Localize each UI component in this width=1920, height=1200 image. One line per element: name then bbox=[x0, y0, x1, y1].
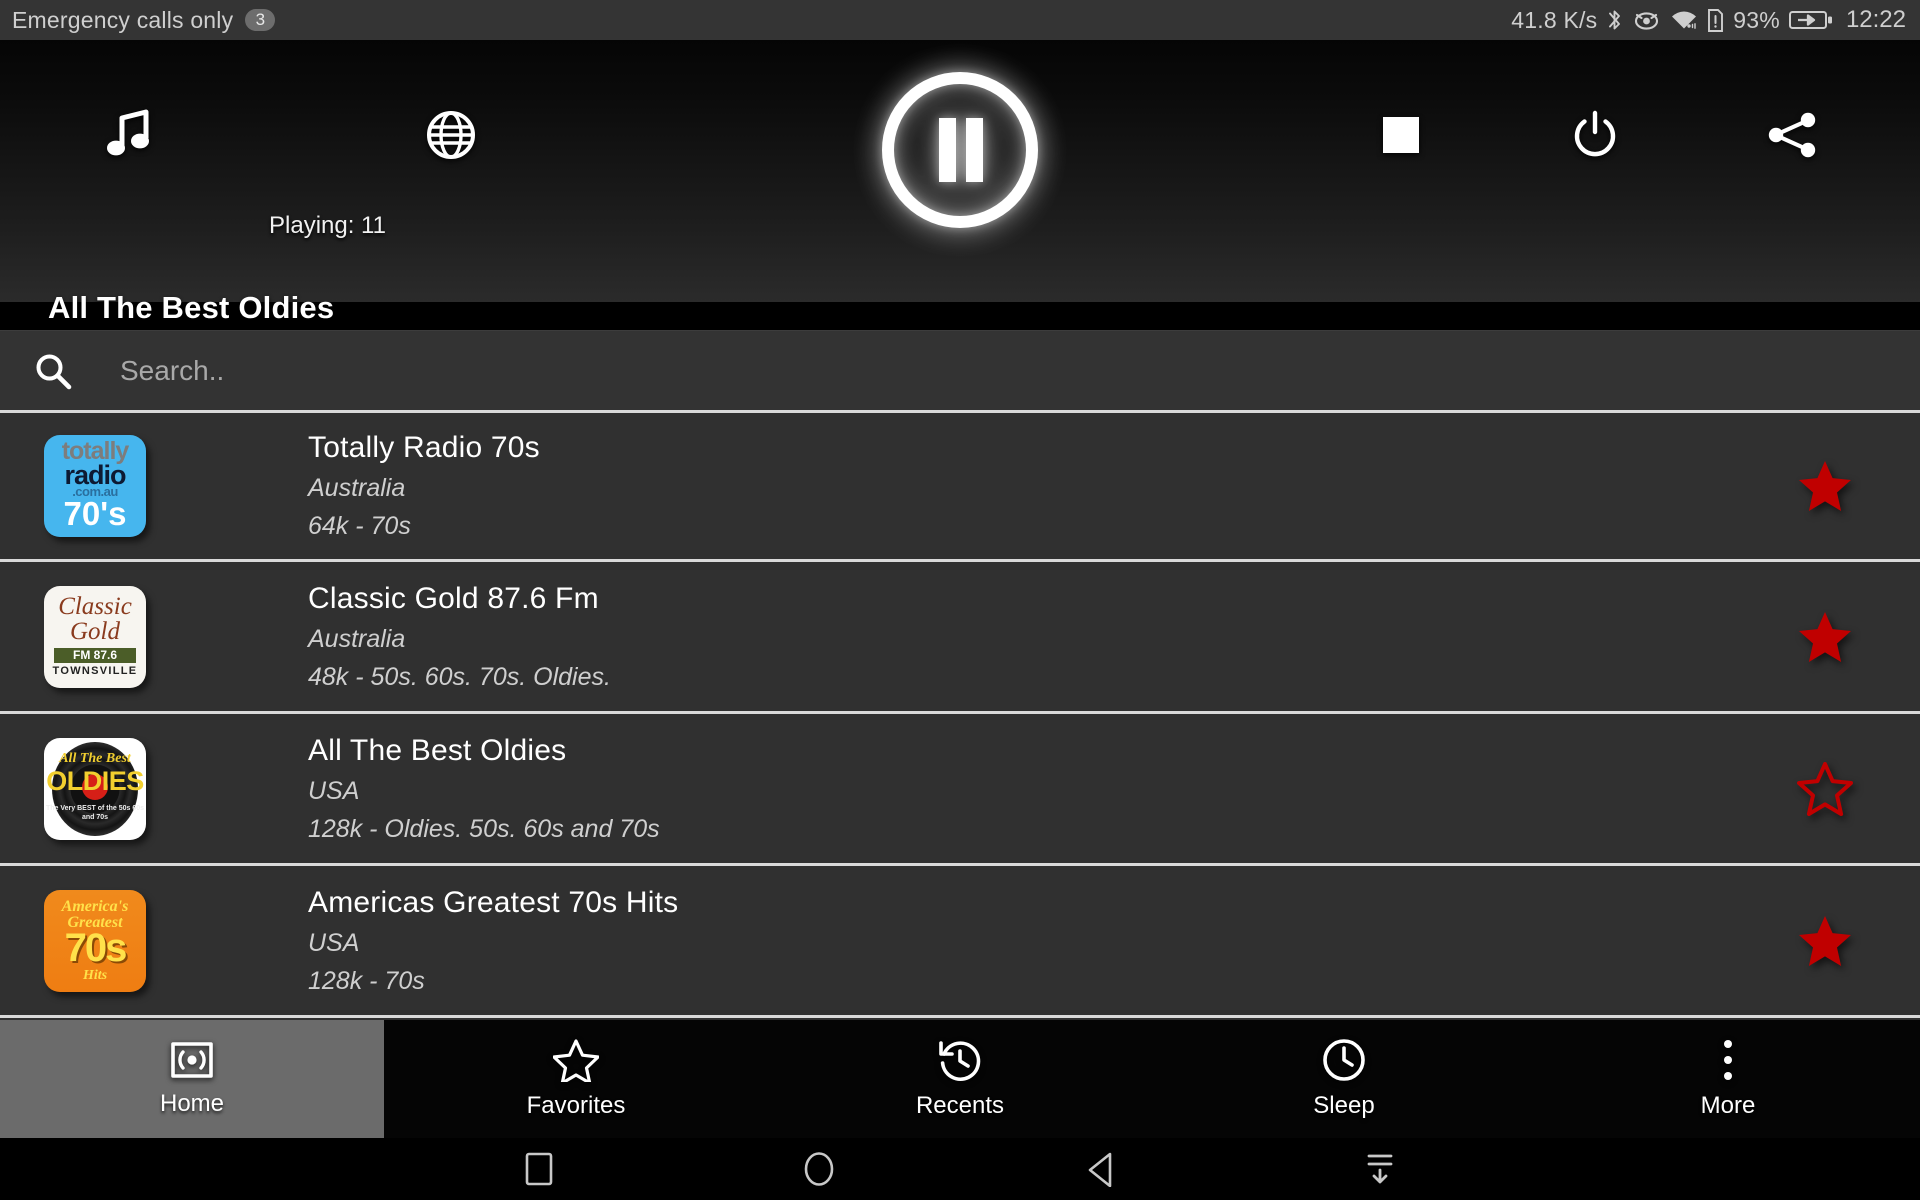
station-logo: totally radio .com.au 70's bbox=[0, 435, 190, 537]
tab-home[interactable]: Home bbox=[0, 1020, 384, 1138]
station-meta: 64k - 70s bbox=[308, 512, 411, 540]
share-icon[interactable] bbox=[1766, 110, 1818, 160]
station-name: All The Best Oldies bbox=[308, 733, 567, 767]
favorite-star-filled-icon[interactable] bbox=[1730, 610, 1920, 664]
logo-text: FM 87.6 bbox=[54, 647, 136, 664]
status-bar-right: 41.8 K/s 93% 12:22 bbox=[1511, 6, 1906, 34]
stop-button[interactable] bbox=[1381, 115, 1421, 155]
globe-icon[interactable] bbox=[426, 110, 476, 160]
station-info: All The Best Oldies USA 128k - Oldies. 5… bbox=[190, 734, 1730, 844]
station-meta: 128k - Oldies. 50s. 60s and 70s bbox=[308, 814, 660, 843]
tab-more[interactable]: More bbox=[1536, 1020, 1920, 1138]
tab-sleep[interactable]: Sleep bbox=[1152, 1020, 1536, 1138]
status-bar-left: Emergency calls only 3 bbox=[12, 6, 276, 34]
tab-favorites[interactable]: Favorites bbox=[384, 1020, 768, 1138]
logo-text: 70s bbox=[64, 925, 128, 970]
station-country: USA bbox=[308, 928, 360, 957]
table-row[interactable]: Classic Gold FM 87.6 TOWNSVILLE Classic … bbox=[0, 562, 1920, 714]
table-row[interactable]: America's Greatest 70s Hits Americas Gre… bbox=[0, 866, 1920, 1018]
station-name: Totally Radio 70s bbox=[308, 431, 540, 464]
station-name: Americas Greatest 70s Hits bbox=[308, 885, 679, 919]
battery-charging-icon bbox=[1788, 9, 1833, 31]
android-status-bar: Emergency calls only 3 41.8 K/s 93% 12:2… bbox=[0, 0, 1920, 40]
station-country: USA bbox=[308, 776, 360, 805]
station-country: Australia bbox=[308, 474, 406, 502]
hide-keyboard-icon[interactable] bbox=[1364, 1150, 1396, 1188]
sim-alert-icon bbox=[1707, 8, 1724, 32]
logo-text: Gold bbox=[70, 617, 120, 645]
search-icon bbox=[25, 352, 81, 390]
station-info: Americas Greatest 70s Hits USA 128k - 70… bbox=[190, 886, 1730, 996]
logo-text: OLDIES bbox=[46, 765, 144, 796]
station-list[interactable]: totally radio .com.au 70's Totally Radio… bbox=[0, 410, 1920, 1020]
station-info: Classic Gold 87.6 Fm Australia 48k - 50s… bbox=[190, 582, 1730, 692]
tab-label: Sleep bbox=[1313, 1092, 1375, 1119]
favorite-star-filled-icon[interactable] bbox=[1730, 914, 1920, 968]
logo-text: Classic bbox=[58, 592, 132, 620]
overflow-menu-icon bbox=[1721, 1038, 1735, 1082]
logo-text: The Very BEST of the 50s 60s and 70s bbox=[45, 804, 145, 821]
logo-text: 70's bbox=[63, 495, 127, 532]
tab-label: Home bbox=[159, 1090, 225, 1117]
android-nav-bar bbox=[0, 1138, 1920, 1200]
logo-text: TOWNSVILLE bbox=[52, 664, 138, 677]
station-country: Australia bbox=[308, 624, 406, 653]
logo-text: All The Best bbox=[59, 750, 131, 766]
station-logo: America's Greatest 70s Hits bbox=[0, 889, 190, 992]
carrier-label: Emergency calls only bbox=[12, 6, 234, 33]
logo-text: America's bbox=[61, 897, 129, 915]
favorite-star-filled-icon[interactable] bbox=[1730, 459, 1920, 513]
player-header: Playing: 11 All The Best Oldies bbox=[0, 40, 1920, 325]
player-controls bbox=[0, 40, 1920, 228]
history-icon bbox=[938, 1038, 982, 1082]
recents-square-icon[interactable] bbox=[524, 1151, 554, 1187]
logo-text: Hits bbox=[82, 967, 108, 983]
bottom-tab-bar: Home Favorites Recents Sleep More bbox=[0, 1020, 1920, 1138]
clock-icon bbox=[1322, 1038, 1366, 1082]
station-name: Classic Gold 87.6 Fm bbox=[308, 581, 599, 615]
favorite-star-outline-icon[interactable] bbox=[1730, 761, 1920, 816]
clock-label: 12:22 bbox=[1845, 6, 1906, 33]
bluetooth-icon bbox=[1606, 7, 1623, 33]
station-meta: 128k - 70s bbox=[308, 966, 425, 995]
station-info: Totally Radio 70s Australia 64k - 70s bbox=[190, 431, 1730, 541]
tab-label: More bbox=[1700, 1092, 1756, 1119]
tab-label: Recents bbox=[915, 1092, 1005, 1119]
network-speed-label: 41.8 K/s bbox=[1511, 6, 1598, 33]
station-meta: 48k - 50s. 60s. 70s. Oldies. bbox=[308, 662, 611, 691]
current-station-title: All The Best Oldies bbox=[48, 290, 335, 325]
tab-label: Favorites bbox=[526, 1092, 626, 1119]
radio-broadcast-icon bbox=[170, 1040, 214, 1080]
music-note-icon[interactable] bbox=[107, 109, 153, 161]
app-root: Emergency calls only 3 41.8 K/s 93% 12:2… bbox=[0, 0, 1920, 1200]
station-logo: Classic Gold FM 87.6 TOWNSVILLE bbox=[0, 585, 190, 688]
eye-icon bbox=[1632, 9, 1661, 31]
power-icon[interactable] bbox=[1571, 110, 1619, 160]
search-bar[interactable] bbox=[0, 330, 1920, 410]
pause-button[interactable] bbox=[876, 66, 1044, 234]
tab-recents[interactable]: Recents bbox=[768, 1020, 1152, 1138]
table-row[interactable]: All The Best OLDIES The Very BEST of the… bbox=[0, 714, 1920, 866]
notification-count-badge: 3 bbox=[245, 9, 276, 31]
station-logo: All The Best OLDIES The Very BEST of the… bbox=[0, 737, 190, 840]
home-circle-icon[interactable] bbox=[802, 1150, 836, 1188]
back-triangle-icon[interactable] bbox=[1084, 1151, 1116, 1187]
wifi-icon bbox=[1670, 9, 1698, 31]
search-input[interactable] bbox=[81, 331, 1920, 410]
star-outline-icon bbox=[553, 1038, 599, 1082]
battery-percent-label: 93% bbox=[1733, 6, 1780, 33]
table-row[interactable]: totally radio .com.au 70's Totally Radio… bbox=[0, 410, 1920, 562]
playing-count-label: Playing: 11 bbox=[269, 212, 386, 239]
